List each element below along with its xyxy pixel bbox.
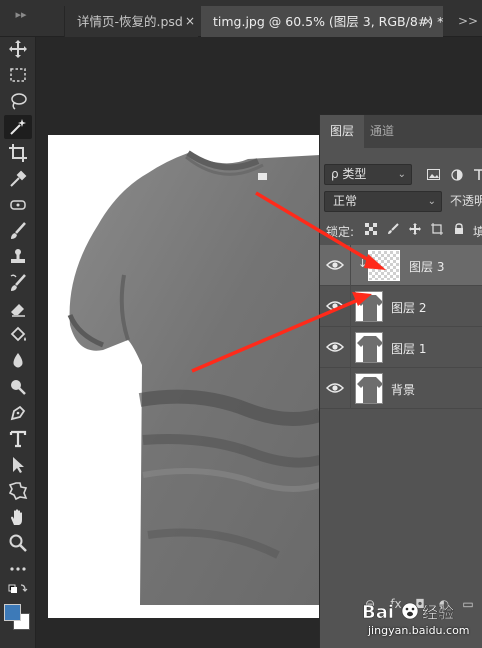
svg-text:Bai: Bai	[362, 602, 394, 623]
document-tab-bar: ▸▸ 详情页-恢复的.psd × timg.jpg @ 60.5% (图层 3,…	[0, 0, 482, 37]
tab-overflow-button[interactable]: >>	[458, 6, 478, 37]
tab-label: timg.jpg @ 60.5% (图层 3, RGB/8#) *	[213, 14, 444, 29]
visibility-eye-icon[interactable]	[326, 298, 344, 314]
document-canvas[interactable]	[48, 135, 320, 618]
filter-label: ρ 类型	[331, 167, 367, 181]
visibility-eye-icon[interactable]	[326, 257, 344, 273]
swap-colors-icon[interactable]	[4, 581, 32, 599]
pen-icon[interactable]	[4, 401, 32, 425]
type-filter-icon[interactable]	[470, 164, 482, 185]
lock-all-icon[interactable]	[452, 223, 466, 237]
lock-row: 锁定: 填	[320, 219, 482, 243]
visibility-eye-icon[interactable]	[326, 339, 344, 355]
stamp-icon[interactable]	[4, 245, 32, 269]
layer-name[interactable]: 图层 2	[391, 299, 426, 316]
paint-bucket-icon[interactable]	[4, 323, 32, 347]
blur-icon[interactable]	[4, 349, 32, 373]
crop-icon[interactable]	[4, 141, 32, 165]
new-group-icon[interactable]: ▭	[460, 596, 476, 612]
dodge-icon[interactable]	[4, 375, 32, 399]
fill-label: 填	[473, 225, 482, 239]
divider	[350, 327, 351, 368]
lock-artboard-icon[interactable]	[430, 223, 444, 237]
foreground-color-swatch[interactable]	[4, 604, 21, 621]
layer-thumbnail	[355, 332, 383, 363]
history-brush-icon[interactable]	[4, 271, 32, 295]
divider	[350, 286, 351, 327]
path-select-icon[interactable]	[4, 453, 32, 477]
marquee-icon[interactable]	[4, 63, 32, 87]
document-tab-psd[interactable]: 详情页-恢复的.psd ×	[64, 6, 198, 37]
lock-label: 锁定:	[326, 225, 355, 239]
tshirt-image	[67, 150, 320, 605]
opacity-label: 不透明	[450, 194, 482, 208]
tools-panel	[0, 37, 36, 648]
magic-wand-icon[interactable]	[4, 115, 32, 139]
layer-row-1[interactable]: 图层 1	[320, 327, 482, 368]
tab-label: 详情页-恢复的.psd	[77, 14, 183, 29]
layer-name[interactable]: 图层 3	[409, 258, 444, 275]
blend-mode-select[interactable]: 正常 ⌄	[324, 191, 442, 212]
lock-position-icon[interactable]	[408, 223, 422, 237]
healing-icon[interactable]	[4, 193, 32, 217]
adjustment-filter-icon[interactable]	[448, 164, 466, 185]
watermark-url: jingyan.baidu.com	[368, 624, 470, 637]
layer-thumbnail	[368, 250, 400, 281]
divider	[350, 245, 351, 286]
layer-row-2[interactable]: 图层 2	[320, 286, 482, 327]
brush-icon[interactable]	[4, 219, 32, 243]
layers-panel: 图层 通道 ρ 类型 ⌄ 正常 ⌄ 不透明 锁定: 填 ↓ 图层 3 图层 2 …	[319, 114, 482, 648]
layer-thumbnail	[355, 291, 383, 322]
eyedropper-icon[interactable]	[4, 167, 32, 191]
layer-name[interactable]: 背景	[391, 381, 415, 398]
image-filter-icon[interactable]	[424, 164, 442, 185]
shape-icon[interactable]	[4, 479, 32, 503]
layer-row-background[interactable]: 背景	[320, 368, 482, 409]
svg-text:经验: 经验	[422, 603, 454, 622]
lock-transparent-icon[interactable]	[364, 223, 378, 237]
lock-pixels-icon[interactable]	[386, 223, 400, 237]
toolbar-collapse-icon[interactable]: ▸▸	[12, 6, 30, 24]
close-icon[interactable]: ×	[423, 6, 433, 37]
layer-thumbnail	[355, 373, 383, 404]
divider	[350, 368, 351, 409]
lasso-icon[interactable]	[4, 89, 32, 113]
chevron-down-icon: ⌄	[397, 169, 406, 180]
close-icon[interactable]: ×	[185, 6, 195, 37]
tab-channels[interactable]: 通道	[364, 115, 400, 148]
visibility-eye-icon[interactable]	[326, 380, 344, 396]
blend-mode-label: 正常	[333, 194, 358, 208]
layer-filter-select[interactable]: ρ 类型 ⌄	[324, 164, 412, 185]
tab-layers[interactable]: 图层	[320, 115, 364, 148]
chevron-down-icon: ⌄	[427, 196, 436, 207]
layer-row-3[interactable]: ↓ 图层 3	[320, 245, 482, 286]
hand-icon[interactable]	[4, 505, 32, 529]
eraser-icon[interactable]	[4, 297, 32, 321]
move-icon[interactable]	[4, 37, 32, 61]
zoom-icon[interactable]	[4, 531, 32, 555]
clipping-mask-icon: ↓	[358, 257, 368, 270]
more-icon[interactable]	[4, 557, 32, 581]
layer-name[interactable]: 图层 1	[391, 340, 426, 357]
baidu-watermark-logo: Bai 经验	[362, 596, 462, 626]
document-tab-timg[interactable]: timg.jpg @ 60.5% (图层 3, RGB/8#) * ×	[201, 6, 443, 37]
type-icon[interactable]	[4, 427, 32, 451]
panel-tab-bar: 图层 通道	[320, 115, 482, 148]
